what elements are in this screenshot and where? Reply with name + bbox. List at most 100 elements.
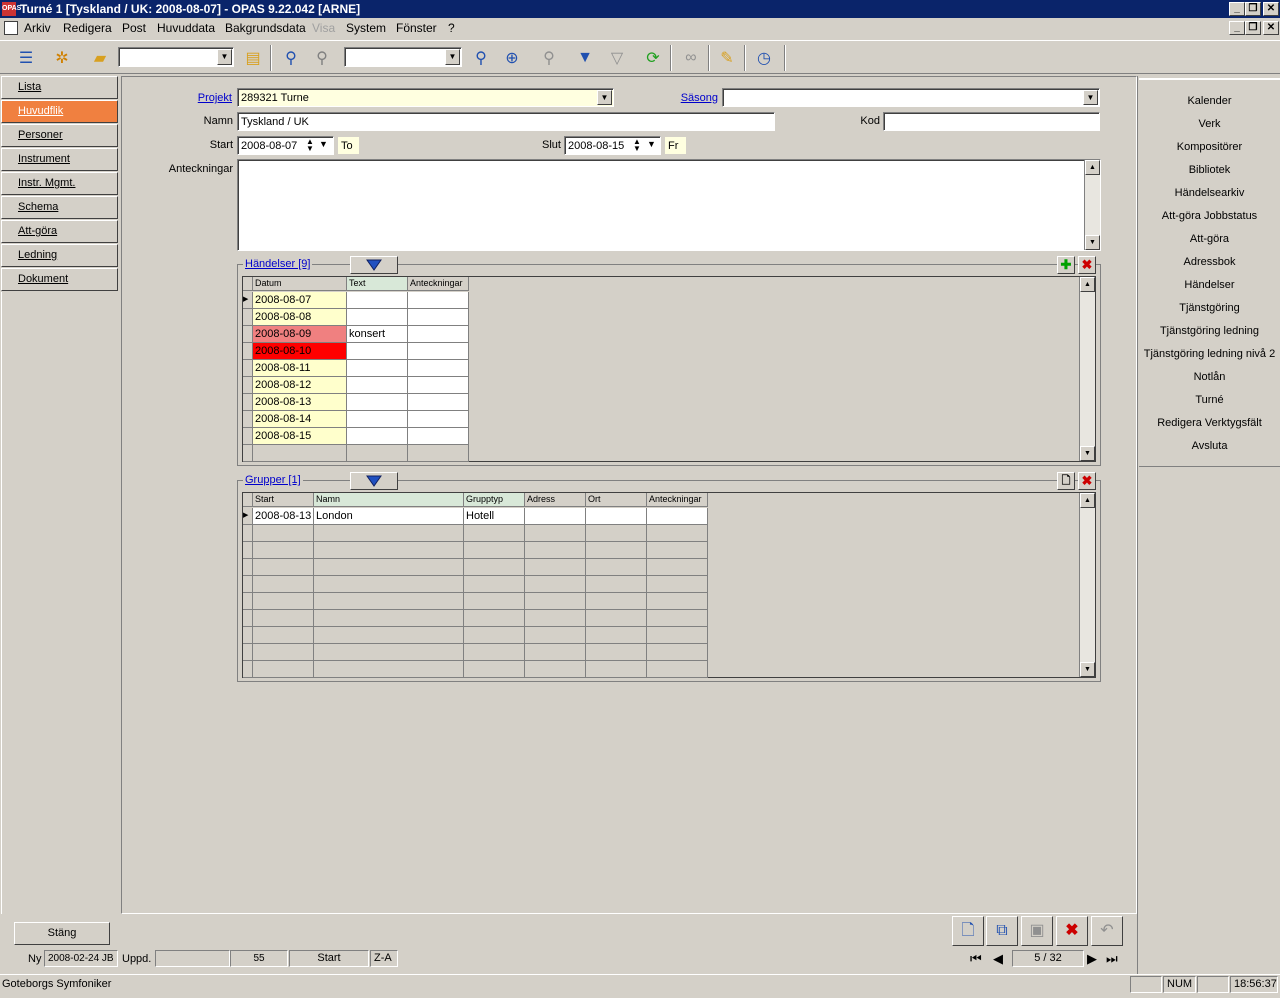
groups-col-start[interactable]: Start bbox=[253, 493, 314, 507]
group-grupptyp-cell[interactable] bbox=[464, 661, 525, 678]
projekt-link[interactable]: Projekt bbox=[170, 92, 232, 104]
group-namn-cell[interactable] bbox=[314, 576, 464, 593]
group-start-cell[interactable] bbox=[253, 627, 314, 644]
slut-dropdown-icon[interactable]: ▼ bbox=[647, 139, 656, 149]
group-grupptyp-cell[interactable] bbox=[464, 576, 525, 593]
group-ort-cell[interactable] bbox=[586, 661, 647, 678]
event-anteckningar-cell[interactable] bbox=[408, 343, 469, 360]
shortcut-item[interactable]: Kompositörer bbox=[1139, 141, 1280, 153]
menu-fonster[interactable]: Fönster bbox=[396, 21, 437, 35]
group-anteckningar-cell[interactable] bbox=[647, 644, 708, 661]
row-header[interactable] bbox=[243, 377, 253, 394]
shortcut-item[interactable]: Händelser bbox=[1139, 279, 1280, 291]
sasong-field[interactable]: ▼ bbox=[722, 88, 1100, 107]
event-anteckningar-cell[interactable] bbox=[408, 445, 469, 462]
filter-icon[interactable]: ▼ bbox=[573, 46, 597, 70]
group-start-cell[interactable] bbox=[253, 644, 314, 661]
scroll-down-icon[interactable]: ▼ bbox=[1080, 446, 1095, 461]
group-ort-cell[interactable] bbox=[586, 644, 647, 661]
row-header[interactable] bbox=[243, 627, 253, 644]
scroll-down-icon[interactable]: ▼ bbox=[1080, 662, 1095, 677]
scroll-up-icon[interactable]: ▲ bbox=[1085, 160, 1100, 175]
projekt-field[interactable]: 289321 Turne ▼ bbox=[237, 88, 614, 107]
nav-ledning[interactable]: Ledning bbox=[1, 244, 118, 267]
event-anteckningar-cell[interactable] bbox=[408, 394, 469, 411]
group-adress-cell[interactable] bbox=[525, 576, 586, 593]
chevron-down-icon[interactable]: ▼ bbox=[445, 49, 460, 65]
link-icon[interactable]: ∞ bbox=[679, 46, 703, 70]
row-header[interactable] bbox=[243, 343, 253, 360]
group-grupptyp-cell[interactable] bbox=[464, 525, 525, 542]
nav-instrument[interactable]: Instrument bbox=[1, 148, 118, 171]
row-header[interactable] bbox=[243, 576, 253, 593]
row-header[interactable] bbox=[243, 610, 253, 627]
event-text-cell[interactable] bbox=[347, 428, 408, 445]
event-anteckningar-cell[interactable] bbox=[408, 377, 469, 394]
group-anteckningar-cell[interactable] bbox=[647, 661, 708, 678]
events-scrollbar[interactable]: ▲ ▼ bbox=[1079, 277, 1095, 461]
row-header[interactable] bbox=[243, 309, 253, 326]
event-anteckningar-cell[interactable] bbox=[408, 292, 469, 309]
groups-title[interactable]: Grupper [1] bbox=[243, 474, 303, 486]
event-anteckningar-cell[interactable] bbox=[408, 360, 469, 377]
groups-col-grupptyp[interactable]: Grupptyp bbox=[464, 493, 525, 507]
groups-col-namn[interactable]: Namn bbox=[314, 493, 464, 507]
group-namn-cell[interactable]: London bbox=[314, 508, 464, 525]
filter-clear-icon[interactable]: ▽ bbox=[605, 46, 629, 70]
group-adress-cell[interactable] bbox=[525, 661, 586, 678]
event-anteckningar-cell[interactable] bbox=[408, 326, 469, 343]
group-adress-cell[interactable] bbox=[525, 644, 586, 661]
shortcut-item[interactable]: Händelsearkiv bbox=[1139, 187, 1280, 199]
shortcut-item[interactable]: Bibliotek bbox=[1139, 164, 1280, 176]
menu-visa[interactable]: Visa bbox=[312, 21, 335, 35]
group-start-cell[interactable]: 2008-08-13 bbox=[253, 508, 314, 525]
refresh-icon[interactable]: ⟳ bbox=[641, 46, 665, 70]
shortcut-item[interactable]: Redigera Verktygsfält bbox=[1139, 417, 1280, 429]
toolbar-combo-2[interactable]: ▼ bbox=[344, 47, 462, 67]
event-text-cell[interactable] bbox=[347, 377, 408, 394]
group-grupptyp-cell[interactable] bbox=[464, 610, 525, 627]
group-anteckningar-cell[interactable] bbox=[647, 610, 708, 627]
groups-col-ort[interactable]: Ort bbox=[586, 493, 647, 507]
event-text-cell[interactable] bbox=[347, 343, 408, 360]
group-namn-cell[interactable] bbox=[314, 593, 464, 610]
form-icon[interactable]: ☰ bbox=[14, 46, 38, 70]
prev-record-icon[interactable]: ◀ bbox=[993, 951, 1003, 967]
shortcut-item[interactable]: Verk bbox=[1139, 118, 1280, 130]
search-disabled-icon[interactable]: ⚲ bbox=[310, 46, 334, 70]
events-col-text[interactable]: Text bbox=[347, 277, 408, 291]
event-datum-cell[interactable]: 2008-08-15 bbox=[253, 428, 347, 445]
group-grupptyp-cell[interactable] bbox=[464, 559, 525, 576]
group-ort-cell[interactable] bbox=[586, 559, 647, 576]
group-start-cell[interactable] bbox=[253, 610, 314, 627]
new-record-button[interactable]: 🗋 bbox=[952, 916, 984, 946]
event-text-cell[interactable] bbox=[347, 309, 408, 326]
find-record-icon[interactable]: ⚲ bbox=[469, 46, 493, 70]
group-namn-cell[interactable] bbox=[314, 559, 464, 576]
search-icon[interactable]: ⚲ bbox=[279, 46, 303, 70]
group-ort-cell[interactable] bbox=[586, 627, 647, 644]
group-ort-cell[interactable] bbox=[586, 542, 647, 559]
shortcut-item[interactable]: Adressbok bbox=[1139, 256, 1280, 268]
shortcut-item[interactable]: Notlån bbox=[1139, 371, 1280, 383]
nav-att-gora[interactable]: Att-göra bbox=[1, 220, 118, 243]
menu-system[interactable]: System bbox=[346, 21, 386, 35]
group-namn-cell[interactable] bbox=[314, 644, 464, 661]
group-ort-cell[interactable] bbox=[586, 610, 647, 627]
group-start-cell[interactable] bbox=[253, 661, 314, 678]
event-datum-cell[interactable]: 2008-08-07 bbox=[253, 292, 347, 309]
chevron-down-icon[interactable]: ▼ bbox=[217, 49, 232, 65]
menu-help[interactable]: ? bbox=[448, 21, 455, 35]
row-header[interactable] bbox=[243, 428, 253, 445]
nav-dokument[interactable]: Dokument bbox=[1, 268, 118, 291]
group-start-cell[interactable] bbox=[253, 525, 314, 542]
group-grupptyp-cell[interactable] bbox=[464, 542, 525, 559]
start-dropdown-icon[interactable]: ▼ bbox=[319, 139, 328, 149]
shortcut-item[interactable]: Avsluta bbox=[1139, 440, 1280, 452]
group-start-cell[interactable] bbox=[253, 559, 314, 576]
scroll-up-icon[interactable]: ▲ bbox=[1080, 493, 1095, 508]
event-anteckningar-cell[interactable] bbox=[408, 428, 469, 445]
first-record-icon[interactable]: ⏮ bbox=[970, 951, 982, 967]
row-header[interactable]: ▶ bbox=[243, 292, 253, 309]
row-header[interactable] bbox=[243, 445, 253, 462]
